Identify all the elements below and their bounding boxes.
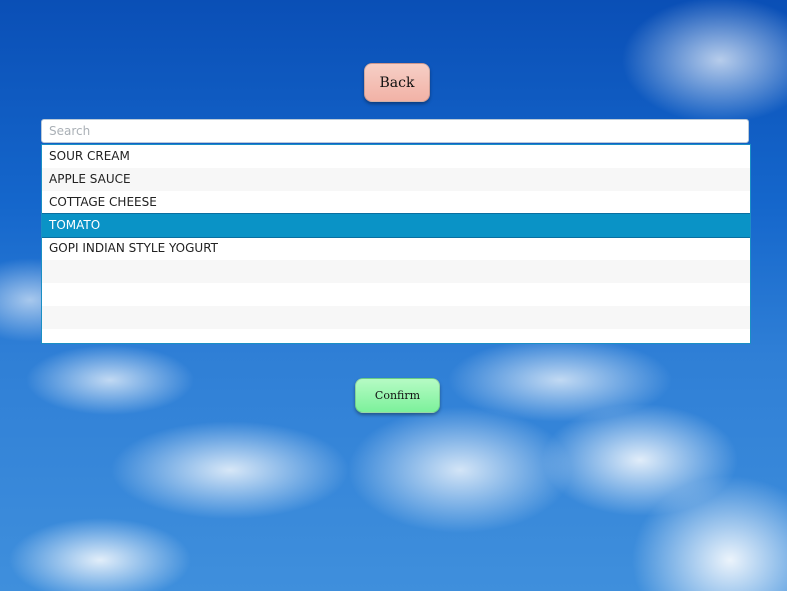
list-item-selected[interactable]: TOMATO — [42, 213, 750, 238]
empty-list-row — [42, 306, 750, 329]
empty-list-row — [42, 260, 750, 283]
confirm-button[interactable]: Confirm — [355, 378, 440, 413]
item-list[interactable]: SOUR CREAM APPLE SAUCE COTTAGE CHEESE TO… — [41, 144, 751, 344]
search-input[interactable] — [41, 119, 749, 143]
list-item[interactable]: COTTAGE CHEESE — [42, 191, 750, 214]
list-item[interactable]: SOUR CREAM — [42, 145, 750, 168]
empty-list-row — [42, 283, 750, 306]
list-item[interactable]: GOPI INDIAN STYLE YOGURT — [42, 237, 750, 260]
back-button[interactable]: Back — [364, 63, 430, 102]
empty-list-row — [42, 329, 750, 343]
list-item[interactable]: APPLE SAUCE — [42, 168, 750, 191]
